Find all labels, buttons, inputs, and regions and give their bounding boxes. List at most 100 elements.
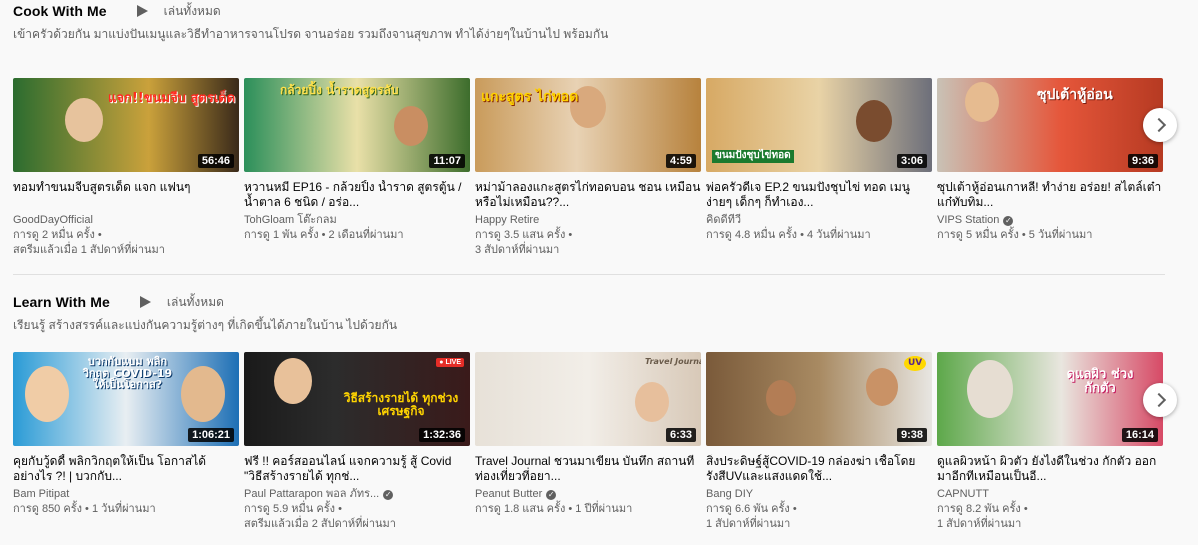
channel-name[interactable]: TohGloam โต๊ะกลม [244, 213, 470, 228]
video-title[interactable]: ทอมทำขนมจีบสูตรเด็ด แจก แฟนๆ [13, 180, 239, 210]
thumbnail-face [856, 100, 892, 142]
video-row: แจก!!ขนมจีบ สูตรเด็ด จากทอม 56:46 ทอมทำข… [13, 78, 1168, 258]
video-card[interactable]: ● LIVE วิธีสร้างรายได้ ทุกช่วงเศรษฐกิจ 1… [244, 352, 470, 532]
video-title[interactable]: หวานหมี EP16 - กล้วยปิ้ง น้ำราด สูตรตู้น… [244, 180, 470, 210]
video-title[interactable]: หม่าม้าลองแกะสูตรไก่ทอดบอน ชอน เหมือนหรื… [475, 180, 701, 210]
verified-badge-icon: ✓ [546, 489, 557, 500]
video-thumbnail[interactable]: ซุปเต้าหู้อ่อน 9:36 [937, 78, 1163, 172]
video-views: การดู 1.8 แสน ครั้ง • 1 ปีที่ผ่านมา [475, 503, 633, 515]
video-age: 1 สัปดาห์ที่ผ่านมา [706, 518, 791, 530]
video-age: สตรีมแล้วเมื่อ 2 สัปดาห์ที่ผ่านมา [244, 518, 396, 530]
thumbnail-text: แจก!!ขนมจีบ สูตรเด็ด จากทอม [108, 91, 239, 106]
chevron-right-icon [1151, 392, 1166, 408]
channel-name-text: CAPNUTT [937, 488, 989, 500]
video-card[interactable]: แกะสูตร ไก่ทอด 4:59 หม่าม้าลองแกะสูตรไก่… [475, 78, 701, 258]
channel-name-text: Paul Pattarapon พอล ภัทร... [244, 488, 380, 500]
thumbnail-text: ดูแลผิว ช่วงกักตัว [1066, 367, 1134, 396]
thumbnail-face [965, 82, 999, 122]
video-duration: 1:06:21 [188, 428, 234, 442]
next-arrow-button[interactable] [1143, 108, 1177, 142]
video-duration: 9:38 [896, 428, 927, 442]
thumbnail-face [967, 360, 1013, 418]
video-card[interactable]: UV 9:38 สิ่งประดิษฐ์สู้COVID-19 กล่องฆ่า… [706, 352, 932, 532]
video-card[interactable]: ดูแลผิว ช่วงกักตัว 16:14 ดูแลผิวหน้า ผิว… [937, 352, 1163, 532]
thumbnail-face [766, 380, 796, 416]
shelf-learn-with-me: Learn With Me เล่นทั้งหมด เรียนรู้ สร้าง… [13, 293, 1178, 530]
video-title[interactable]: ซุปเต้าหู้อ่อนเกาหลี! ทำง่าย อร่อย! สไตล… [937, 180, 1163, 210]
chevron-right-icon [1151, 117, 1166, 133]
channel-name-text: GoodDayOfficial [13, 214, 93, 226]
thumbnail-text: Travel Journal [645, 357, 701, 366]
live-badge: ● LIVE [436, 358, 464, 367]
channel-name[interactable]: Happy Retire [475, 213, 701, 228]
video-title[interactable]: ดูแลผิวหน้า ผิวตัว ยังไงดีในช่วง กักตัว … [937, 454, 1163, 484]
channel-name[interactable]: Paul Pattarapon พอล ภัทร... ✓ [244, 487, 470, 502]
shelf-description: เรียนรู้ สร้างสรรค์และแบ่งกันความรู้ต่าง… [13, 318, 398, 332]
video-duration: 16:14 [1121, 428, 1158, 442]
video-thumbnail[interactable]: Travel Journal 6:33 [475, 352, 701, 446]
thumbnail-text: ซุปเต้าหู้อ่อน [1037, 87, 1113, 103]
shelf-description: เข้าครัวด้วยกัน มาแบ่งปันเมนูและวิธีทำอา… [13, 27, 609, 41]
video-title[interactable]: Travel Journal ชวนมาเขียน บันทึก สถานที่… [475, 454, 701, 484]
video-card[interactable]: บวกกับแบม พลิกวิกฤต COVID-19 ให้เป็นโอกา… [13, 352, 239, 532]
thumbnail-face [866, 368, 898, 406]
channel-name-text: คิดดีทีวี [706, 214, 742, 226]
shelf-header: Learn With Me เล่นทั้งหมด [13, 293, 1178, 311]
video-thumbnail[interactable]: กล้วยปิ้ง น้ำราดสูตรลับ 11:07 [244, 78, 470, 172]
channel-name[interactable]: คิดดีทีวี [706, 213, 932, 228]
video-views: การดู 8.2 พัน ครั้ง • [937, 503, 1028, 515]
video-card[interactable]: กล้วยปิ้ง น้ำราดสูตรลับ 11:07 หวานหมี EP… [244, 78, 470, 258]
video-views: การดู 5.9 หมื่น ครั้ง • [244, 503, 342, 515]
video-card[interactable]: แจก!!ขนมจีบ สูตรเด็ด จากทอม 56:46 ทอมทำข… [13, 78, 239, 258]
channel-name[interactable]: Bam Pitipat [13, 487, 239, 502]
shelf-title[interactable]: Cook With Me [13, 3, 107, 19]
thumbnail-text: วิธีสร้างรายได้ ทุกช่วงเศรษฐกิจ [343, 391, 459, 418]
video-age: สตรีมแล้วเมื่อ 1 สัปดาห์ที่ผ่านมา [13, 244, 165, 256]
video-thumbnail[interactable]: ● LIVE วิธีสร้างรายได้ ทุกช่วงเศรษฐกิจ 1… [244, 352, 470, 446]
thumbnail-face [181, 366, 225, 422]
shelf-title[interactable]: Learn With Me [13, 294, 110, 310]
channel-name[interactable]: CAPNUTT [937, 487, 1163, 502]
channel-name[interactable]: GoodDayOfficial [13, 213, 239, 228]
channel-name-text: Peanut Butter [475, 488, 543, 500]
channel-name[interactable]: VIPS Station ✓ [937, 213, 1163, 228]
video-thumbnail[interactable]: UV 9:38 [706, 352, 932, 446]
video-views: การดู 6.6 พัน ครั้ง • [706, 503, 797, 515]
channel-name-text: Bang DIY [706, 488, 754, 500]
thumbnail-text: UV [904, 356, 927, 372]
video-thumbnail[interactable]: บวกกับแบม พลิกวิกฤต COVID-19 ให้เป็นโอกา… [13, 352, 239, 446]
video-duration: 6:33 [665, 428, 696, 442]
video-title[interactable]: สิ่งประดิษฐ์สู้COVID-19 กล่องฆ่า เชื้อโด… [706, 454, 932, 484]
video-age: 1 สัปดาห์ที่ผ่านมา [937, 518, 1022, 530]
video-thumbnail[interactable]: ขนมปังชุบไข่ทอด 3:06 [706, 78, 932, 172]
video-duration: 4:59 [665, 154, 696, 168]
video-thumbnail[interactable]: ดูแลผิว ช่วงกักตัว 16:14 [937, 352, 1163, 446]
video-views: การดู 2 หมื่น ครั้ง • [13, 229, 102, 241]
video-views: การดู 850 ครั้ง • 1 วันที่ผ่านมา [13, 503, 156, 515]
channel-name[interactable]: Peanut Butter ✓ [475, 487, 701, 502]
video-title[interactable]: พ่อครัวดีเจ EP.2 ขนมปังชุบไข่ ทอด เมนูง่… [706, 180, 932, 210]
play-icon [136, 5, 148, 17]
thumbnail-face [65, 98, 103, 142]
video-age: 3 สัปดาห์ที่ผ่านมา [475, 244, 560, 256]
channel-name-text: Happy Retire [475, 214, 540, 226]
thumbnail-face [394, 106, 428, 146]
video-row: บวกกับแบม พลิกวิกฤต COVID-19 ให้เป็นโอกา… [13, 352, 1168, 532]
thumbnail-face [635, 382, 669, 422]
play-all-button[interactable]: เล่นทั้งหมด [139, 293, 224, 312]
video-card[interactable]: Travel Journal 6:33 Travel Journal ชวนมา… [475, 352, 701, 532]
video-duration: 9:36 [1127, 154, 1158, 168]
next-arrow-button[interactable] [1143, 383, 1177, 417]
video-thumbnail[interactable]: แจก!!ขนมจีบ สูตรเด็ด จากทอม 56:46 [13, 78, 239, 172]
video-duration: 3:06 [896, 154, 927, 168]
channel-name-text: Bam Pitipat [13, 488, 70, 500]
channel-name[interactable]: Bang DIY [706, 487, 932, 502]
video-title[interactable]: ฟรี !! คอร์สออนไลน์ แจกความรู้ สู้ Covid… [244, 454, 470, 484]
play-all-button[interactable]: เล่นทั้งหมด [136, 2, 221, 21]
video-title[interactable]: คุยกับวู้ดดี้ พลิกวิกฤตให้เป็น โอกาสได้อ… [13, 454, 239, 484]
video-card[interactable]: ซุปเต้าหู้อ่อน 9:36 ซุปเต้าหู้อ่อนเกาหลี… [937, 78, 1163, 258]
video-thumbnail[interactable]: แกะสูตร ไก่ทอด 4:59 [475, 78, 701, 172]
channel-name-text: VIPS Station [937, 214, 1000, 226]
thumbnail-text: แกะสูตร ไก่ทอด [481, 89, 579, 105]
video-card[interactable]: ขนมปังชุบไข่ทอด 3:06 พ่อครัวดีเจ EP.2 ขน… [706, 78, 932, 258]
